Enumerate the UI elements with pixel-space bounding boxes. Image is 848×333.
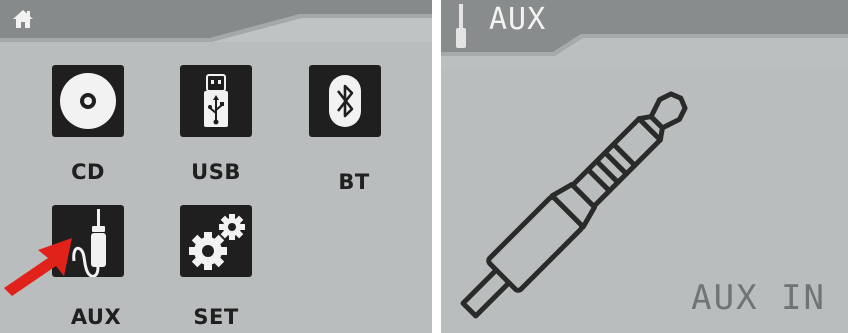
tile-usb-label: USB xyxy=(191,160,241,184)
usb-icon xyxy=(204,74,228,127)
aux-in-label: AUX IN xyxy=(691,278,826,318)
home-icon[interactable] xyxy=(11,7,35,31)
disc-icon xyxy=(60,73,116,129)
gears-icon xyxy=(189,214,245,270)
tile-aux-label: AUX xyxy=(70,305,122,329)
bluetooth-icon xyxy=(329,75,361,127)
aux-mode-screen: AUX AUX IN xyxy=(441,0,848,333)
tile-cd[interactable] xyxy=(52,65,124,137)
tile-bt[interactable] xyxy=(309,65,381,137)
tile-bt-label: BT xyxy=(338,170,370,194)
red-arrow-icon xyxy=(4,238,72,296)
tile-set-label: SET xyxy=(193,305,239,329)
header-bar xyxy=(0,0,432,42)
tile-set[interactable] xyxy=(180,205,252,277)
tile-usb[interactable] xyxy=(180,65,252,137)
tile-cd-label: CD xyxy=(71,160,105,184)
source-menu-screen: CD USB BT AUX SET xyxy=(0,0,432,333)
